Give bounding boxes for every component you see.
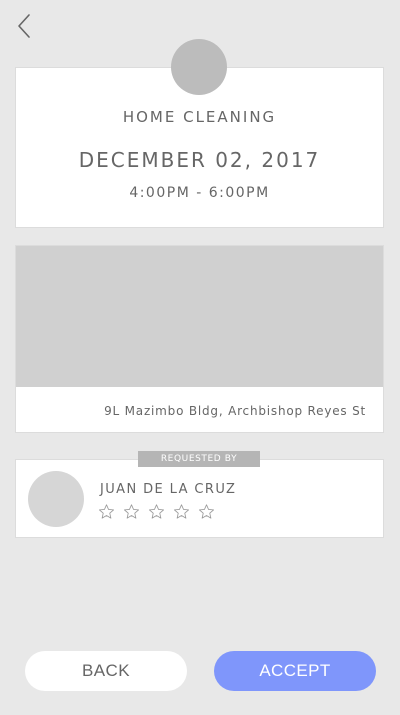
requester-card: JUAN DE LA CRUZ [15, 459, 384, 538]
star-icon [173, 504, 190, 519]
service-date: DECEMBER 02, 2017 [78, 148, 321, 172]
requester-avatar [28, 471, 84, 527]
star-icon [198, 504, 215, 519]
service-avatar [171, 39, 227, 95]
chevron-left-icon [18, 14, 30, 38]
accept-button[interactable]: ACCEPT [214, 651, 376, 691]
address-text: 9L Mazimbo Bldg, Archbishop Reyes St [104, 404, 366, 418]
requested-by-badge: REQUESTED BY [138, 451, 260, 467]
requester-name: JUAN DE LA CRUZ [100, 482, 237, 497]
service-time: 4:00PM - 6:00PM [129, 185, 270, 201]
star-icon [148, 504, 165, 519]
star-icon [98, 504, 115, 519]
map-placeholder [16, 246, 383, 387]
back-chevron-icon[interactable] [14, 12, 38, 40]
star-icon [123, 504, 140, 519]
service-title: HOME CLEANING [122, 108, 277, 126]
location-card: 9L Mazimbo Bldg, Archbishop Reyes St [15, 245, 384, 433]
back-button[interactable]: BACK [25, 651, 187, 691]
rating-stars [98, 503, 215, 520]
